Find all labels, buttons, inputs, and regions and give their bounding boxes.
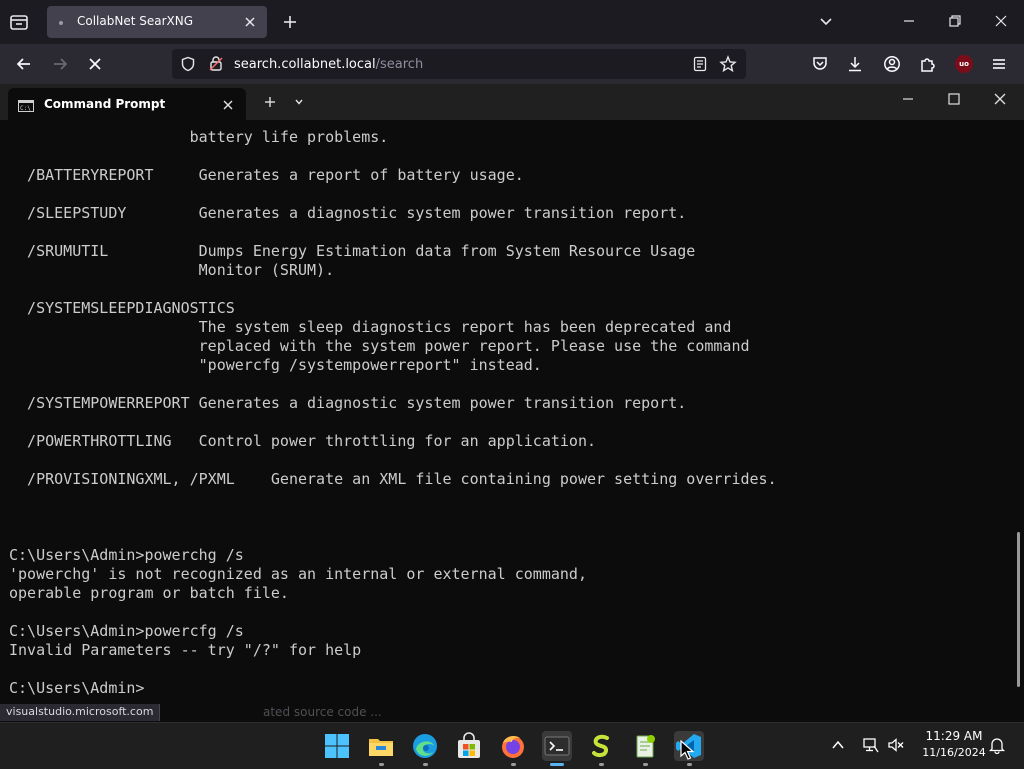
new-tab-icon[interactable] (282, 14, 298, 30)
console-line: Invalid Parameters -- try "/?" for help (9, 641, 362, 659)
download-icon[interactable] (846, 55, 864, 73)
console-line: "powercfg /systempowerreport" instead. (9, 356, 542, 374)
console-line: /SLEEPSTUDY Generates a diagnostic syste… (9, 204, 687, 222)
firefox-icon[interactable] (498, 731, 528, 766)
taskbar (0, 722, 1024, 769)
browser-nav-bar: search.collabnet.local/search (0, 44, 1024, 84)
reader-view-icon[interactable] (692, 56, 708, 72)
console-line: 'powerchg' is not recognized as an inter… (9, 565, 587, 583)
ublock-origin-icon[interactable]: uo (955, 55, 973, 73)
app-s-icon[interactable] (586, 731, 616, 766)
console-text: battery life problems. /BATTERYREPORT Ge… (9, 128, 777, 698)
svg-text:C:\: C:\ (20, 105, 31, 112)
chevron-down-icon[interactable] (818, 14, 834, 30)
console-line: /SYSTEMSLEEPDIAGNOSTICS (9, 299, 235, 317)
url-text[interactable]: search.collabnet.local/search (234, 57, 423, 72)
pocket-icon[interactable] (811, 55, 829, 73)
active-indicator (550, 763, 564, 766)
browser-tab-title: CollabNet SearXNG (77, 14, 194, 28)
browser-tab-active[interactable]: CollabNet SearXNG (47, 6, 267, 38)
start-button[interactable] (322, 731, 352, 761)
minimize-icon[interactable] (902, 14, 916, 28)
minimize-icon[interactable] (901, 92, 915, 106)
account-icon[interactable] (883, 55, 901, 73)
bookmark-star-icon[interactable] (719, 55, 737, 73)
scrollbar-thumb[interactable] (1017, 532, 1020, 687)
extensions-puzzle-icon[interactable] (919, 55, 937, 73)
clock-time[interactable]: 11:29 AM (918, 729, 990, 743)
close-tab-icon[interactable] (243, 15, 257, 29)
notepad-plus-plus-icon[interactable] (630, 731, 660, 766)
terminal-app-icon[interactable] (542, 731, 572, 766)
forward-arrow-icon[interactable] (51, 55, 69, 73)
mouse-cursor-icon (680, 740, 694, 760)
status-link-tooltip: visualstudio.microsoft.com (0, 704, 161, 721)
console-line: /PROVISIONINGXML, /PXML Generate an XML … (9, 470, 777, 488)
console-output-area[interactable]: battery life problems. /BATTERYREPORT Ge… (0, 120, 1024, 705)
edge-browser-icon[interactable] (410, 731, 440, 766)
console-line: The system sleep diagnostics report has … (9, 318, 732, 336)
close-window-icon[interactable] (993, 92, 1007, 106)
terminal-tab-command-prompt[interactable]: C:\ Command Prompt (8, 88, 246, 120)
terminal-tab-title: Command Prompt (44, 97, 166, 111)
chevron-down-icon[interactable] (294, 97, 304, 107)
close-tab-icon[interactable] (222, 99, 234, 111)
running-indicator (643, 763, 648, 766)
volume-muted-icon[interactable] (887, 736, 905, 754)
console-line: C:\Users\Admin>powerchg /s (9, 546, 244, 564)
running-indicator (687, 763, 692, 766)
console-line: /POWERTHROTTLING Control power throttlin… (9, 432, 596, 450)
chevron-up-icon[interactable] (831, 738, 845, 752)
command-prompt-icon: C:\ (18, 100, 34, 112)
stop-loading-icon[interactable] (86, 55, 104, 73)
console-line: replaced with the system power report. P… (9, 337, 750, 355)
new-terminal-tab-icon[interactable] (264, 96, 276, 108)
restore-icon[interactable] (948, 14, 962, 28)
tab-list-icon[interactable] (8, 11, 30, 33)
console-line: /SRUMUTIL Dumps Energy Estimation data f… (9, 242, 696, 260)
console-line: operable program or batch file. (9, 584, 289, 602)
browser-tab-strip: CollabNet SearXNG (0, 0, 1024, 44)
menu-icon[interactable] (990, 55, 1008, 73)
close-window-icon[interactable] (994, 14, 1008, 28)
url-host: search.collabnet.local (234, 57, 376, 72)
console-line: battery life problems. (9, 128, 389, 146)
microsoft-store-icon[interactable] (454, 731, 484, 761)
url-path: /search (375, 57, 424, 72)
lock-warning-icon[interactable] (208, 55, 224, 72)
console-line: /SYSTEMPOWERREPORT Generates a diagnosti… (9, 394, 687, 412)
network-icon[interactable] (861, 736, 879, 754)
running-indicator (379, 763, 384, 766)
console-line: Monitor (SRUM). (9, 261, 335, 279)
running-indicator (423, 763, 428, 766)
back-arrow-icon[interactable] (15, 55, 33, 73)
clock-date[interactable]: 11/16/2024 (918, 746, 990, 759)
url-bar[interactable]: search.collabnet.local/search (172, 49, 746, 79)
console-line: /BATTERYREPORT Generates a report of bat… (9, 166, 524, 184)
shield-icon[interactable] (180, 56, 196, 72)
maximize-icon[interactable] (947, 92, 961, 106)
file-explorer-icon[interactable] (366, 731, 396, 766)
console-line: C:\Users\Admin> (9, 679, 145, 697)
notification-bell-icon[interactable] (988, 736, 1006, 754)
console-line: C:\Users\Admin>powercfg /s (9, 622, 244, 640)
running-indicator (511, 763, 516, 766)
tab-loading-icon (59, 21, 63, 25)
terminal-tab-bar: C:\ Command Prompt (0, 84, 1024, 120)
running-indicator (599, 763, 604, 766)
status-faded-text: ated source code ... (263, 705, 382, 719)
